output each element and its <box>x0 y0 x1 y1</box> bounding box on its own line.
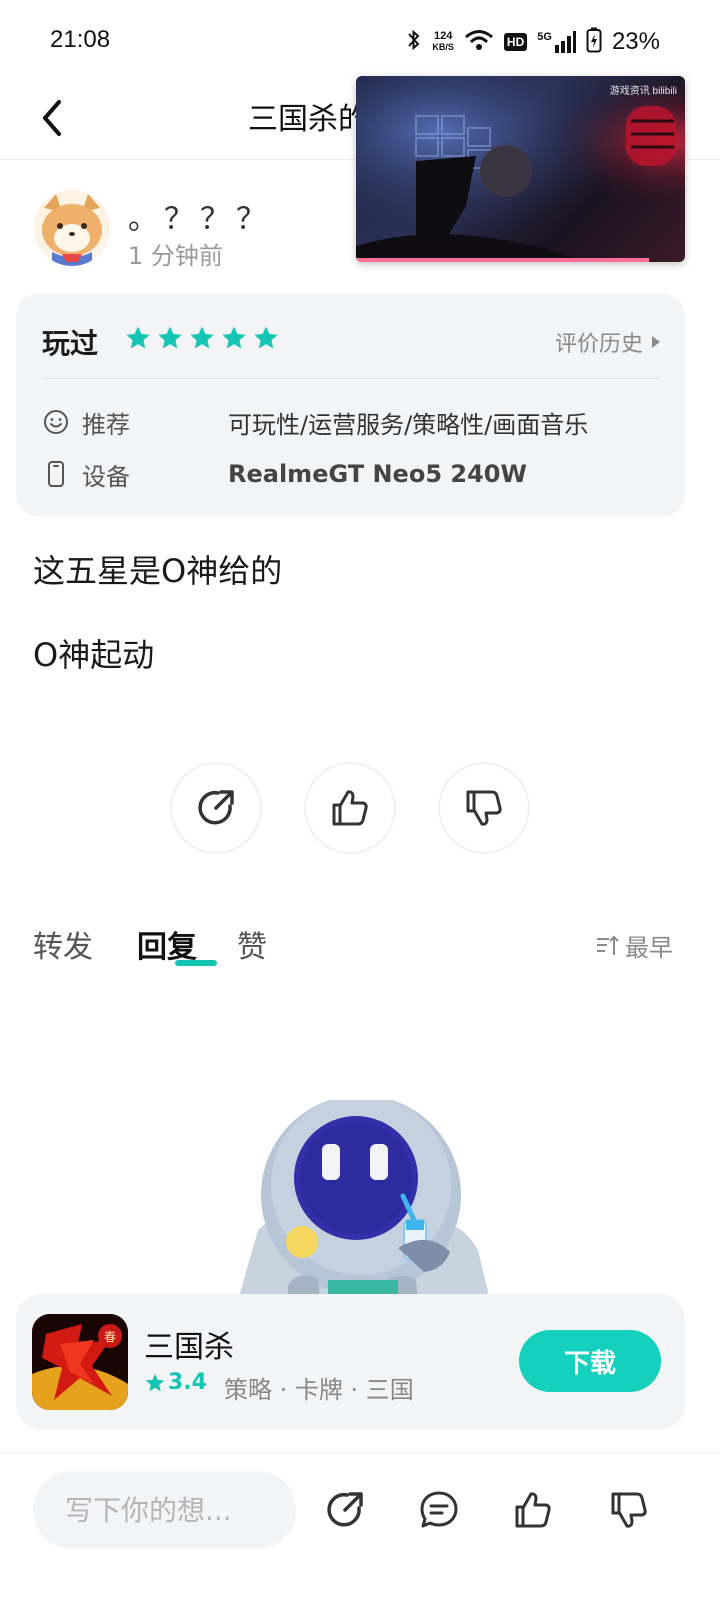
wifi-icon <box>464 28 494 56</box>
chevron-left-icon <box>43 100 61 136</box>
empty-state-mascot <box>228 1100 498 1300</box>
reply-tabs: 转发 回复 赞 最早 <box>33 922 673 972</box>
tab-likes[interactable]: 赞 <box>237 922 267 966</box>
bottom-dislike-button[interactable] <box>606 1487 652 1533</box>
thumbs-down-icon <box>466 790 502 826</box>
app-name[interactable]: 三国杀 <box>144 1322 234 1366</box>
rating-history-link[interactable]: 评价历史 <box>555 326 661 358</box>
bluetooth-icon <box>406 28 422 56</box>
share-icon <box>198 790 234 825</box>
status-icons: 124 KB/S HD 5G 23% <box>406 27 660 57</box>
star-rating <box>124 324 280 352</box>
like-button[interactable] <box>304 762 396 854</box>
app-card[interactable]: 春 三国杀 3.4 策略 · 卡牌 · 三国 下载 <box>16 1294 685 1430</box>
star-icon <box>222 326 246 349</box>
share-button[interactable] <box>170 762 262 854</box>
download-button[interactable]: 下载 <box>519 1330 661 1392</box>
back-button[interactable] <box>30 88 74 148</box>
recommend-value: 可玩性/运营服务/策略性/画面音乐 <box>228 410 589 439</box>
comment-input[interactable] <box>33 1471 296 1549</box>
signal-icon: 5G <box>537 31 576 53</box>
dislike-button[interactable] <box>438 762 530 854</box>
phone-icon <box>42 460 70 488</box>
rating-history-label: 评价历史 <box>554 332 643 357</box>
recommend-label: 推荐 <box>82 410 130 439</box>
rating-card: 玩过 评价历史 推荐 可玩性/运营服务/策略性/画面音乐 设备 RealmeGT… <box>16 294 685 516</box>
active-tab-indicator <box>175 960 217 966</box>
app-rating-value: 3.4 <box>168 1370 207 1395</box>
video-watermark: 游戏资讯 bilibili <box>609 86 677 97</box>
star-icon <box>145 1373 165 1391</box>
thumbs-up-icon <box>515 1492 551 1528</box>
recommend-row: 推荐 可玩性/运营服务/策略性/画面音乐 <box>42 402 672 442</box>
card-divider <box>42 378 661 379</box>
author-row: 。？？？ 1 分钟前 <box>34 190 694 280</box>
avatar[interactable] <box>34 190 110 266</box>
status-time: 21:08 <box>50 26 111 53</box>
battery-percent: 23% <box>611 28 660 55</box>
bottom-like-button[interactable] <box>510 1487 556 1533</box>
status-bar: 21:08 124 KB/S HD 5G 23% <box>0 0 720 80</box>
star-icon <box>158 326 182 349</box>
comment-icon <box>420 1491 458 1528</box>
author-name[interactable]: 。？？？ <box>128 194 272 238</box>
thumbs-down-icon <box>611 1492 647 1528</box>
post-time: 1 分钟前 <box>128 242 223 270</box>
net-speed: 124 KB/S <box>432 30 454 53</box>
review-line-1: 这五星是O神给的 <box>33 552 283 590</box>
sort-icon <box>597 935 619 955</box>
bottom-bar <box>0 1452 720 1572</box>
caret-right-icon <box>652 336 660 348</box>
star-icon <box>190 326 214 349</box>
bottom-share-button[interactable] <box>322 1487 368 1533</box>
smile-icon <box>42 408 70 436</box>
star-icon <box>126 326 150 349</box>
tab-forward[interactable]: 转发 <box>33 922 93 966</box>
star-icon <box>254 326 278 349</box>
app-rating: 3.4 <box>144 1370 207 1395</box>
app-tags: 策略 · 卡牌 · 三国 <box>224 1376 414 1404</box>
bottom-comment-button[interactable] <box>416 1487 462 1533</box>
svg-text:春: 春 <box>104 1330 116 1344</box>
battery-icon <box>586 27 602 57</box>
device-value: RealmeGT Neo5 240W <box>228 460 527 488</box>
played-label: 玩过 <box>42 327 99 360</box>
device-row: 设备 RealmeGT Neo5 240W <box>42 454 672 494</box>
sort-button[interactable]: 最早 <box>595 928 673 963</box>
page-title: 三国杀的 <box>248 102 368 137</box>
hd-badge: HD <box>503 33 528 51</box>
app-icon[interactable]: 春 <box>32 1314 128 1410</box>
share-icon <box>327 1492 363 1527</box>
review-line-2: O神起动 <box>33 636 155 674</box>
device-label: 设备 <box>82 462 130 491</box>
thumbs-up-icon <box>332 790 368 826</box>
sort-label: 最早 <box>625 934 673 962</box>
